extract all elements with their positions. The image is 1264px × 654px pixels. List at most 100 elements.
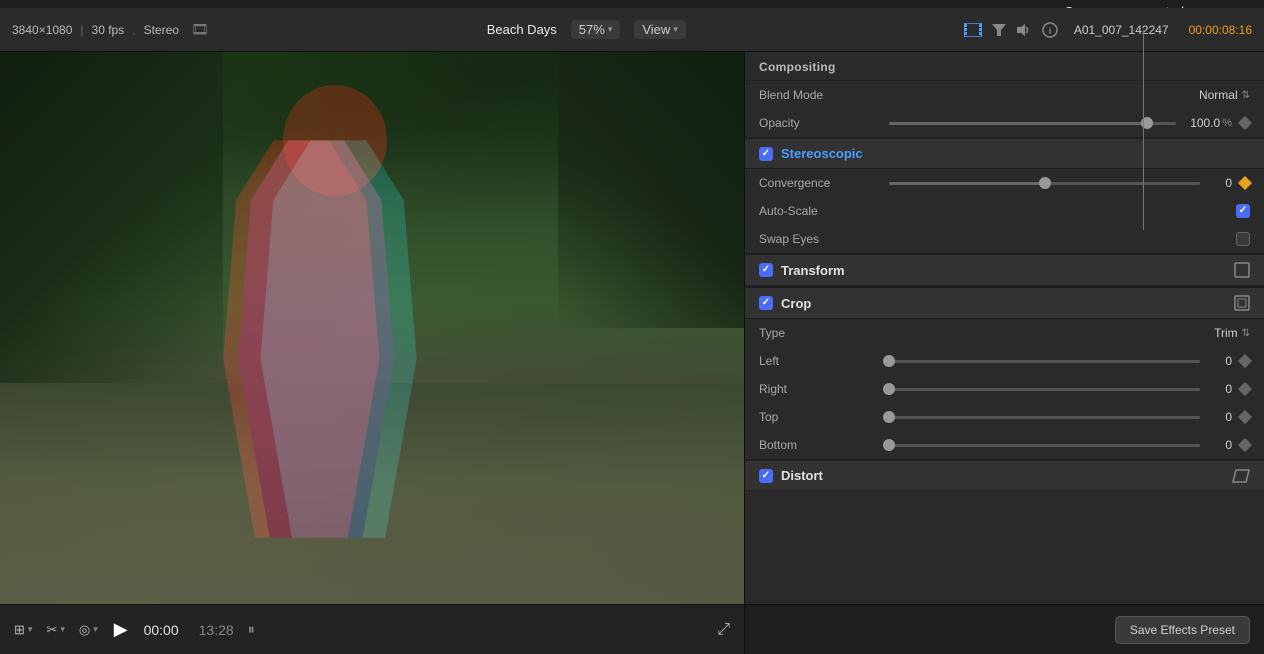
type-dropdown[interactable]: Trim ⇅ (1214, 326, 1250, 340)
transform-section: ✓ Transform (745, 254, 1264, 286)
autoscale-checkbox[interactable]: ✓ (1236, 204, 1250, 218)
blend-mode-value: Normal (1199, 88, 1238, 102)
distort-section-icon[interactable] (1232, 469, 1250, 483)
crop-section: ✓ Crop (745, 287, 1264, 319)
crop-checkbox[interactable]: ✓ (759, 296, 773, 310)
transform-tool[interactable]: ⊞ ▾ (14, 622, 32, 638)
swapeyes-label: Swap Eyes (759, 232, 889, 246)
autoscale-checkmark: ✓ (1239, 206, 1247, 216)
crop-icon: ✂ (46, 622, 57, 638)
distort-checkbox[interactable]: ✓ (759, 469, 773, 483)
left-row: Left 0 (745, 347, 1264, 375)
fullscreen-button[interactable]: ⤢ (717, 621, 730, 639)
opacity-row: Opacity 100.0 % (745, 109, 1264, 137)
stereoscopic-section: ✓ Stereoscopic (745, 138, 1264, 169)
transform-checkmark: ✓ (762, 265, 770, 275)
audio-label: Stereo (144, 23, 179, 37)
timecode-right: 00:00:08:16 (1189, 23, 1252, 37)
convergence-value: 0 (1208, 176, 1232, 190)
right-row: Right 0 (745, 375, 1264, 403)
type-row: Type Trim ⇅ (745, 319, 1264, 347)
swapeyes-row: Swap Eyes (745, 225, 1264, 253)
compositing-header: Compositing (745, 52, 1264, 80)
info-icon[interactable]: i (1042, 22, 1058, 38)
play-timecode: 00:00 (144, 622, 179, 638)
bottom-slider-container[interactable] (889, 444, 1200, 447)
type-value: Trim (1214, 326, 1238, 340)
autoscale-label: Auto-Scale (759, 204, 889, 218)
type-label: Type (759, 326, 889, 340)
panel-bottom-bar: Save Effects Preset (745, 604, 1264, 654)
crop-section-icon[interactable] (1234, 295, 1250, 311)
separator1: | (80, 23, 83, 37)
autoscale-row: Auto-Scale ✓ (745, 197, 1264, 225)
bottom-thumb (883, 439, 895, 451)
convergence-keyframe[interactable] (1238, 176, 1252, 190)
effects-tool[interactable]: ◎ ▾ (79, 622, 98, 638)
distort-checkmark: ✓ (762, 471, 770, 481)
view-label: View (642, 22, 670, 37)
bottom-keyframe[interactable] (1238, 438, 1252, 452)
crop-chevron: ▾ (60, 624, 65, 635)
separator2: , (132, 23, 135, 37)
convergence-row: Convergence 0 (745, 169, 1264, 197)
blend-mode-arrow: ⇅ (1242, 90, 1250, 101)
transform-section-label: Transform (781, 263, 1226, 278)
transform-chevron: ▾ (28, 624, 33, 635)
top-slider-container[interactable] (889, 416, 1200, 419)
save-preset-button[interactable]: Save Effects Preset (1115, 616, 1250, 644)
right-thumb (883, 383, 895, 395)
play-button[interactable]: ▶ (108, 619, 134, 640)
crop-section-label: Crop (781, 296, 1226, 311)
project-name: Beach Days (487, 22, 557, 37)
distort-section-label: Distort (781, 468, 1224, 483)
bottom-value: 0 (1208, 438, 1232, 452)
fps-label: 30 fps (92, 23, 125, 37)
top-row: Top 0 (745, 403, 1264, 431)
blend-mode-row: Blend Mode Normal ⇅ (745, 81, 1264, 109)
zoom-chevron: ▾ (608, 24, 613, 35)
video-tab-icon[interactable] (964, 23, 982, 37)
total-timecode: 13:28 (199, 622, 234, 638)
stereoscopic-checkbox[interactable]: ✓ (759, 147, 773, 161)
type-arrow: ⇅ (1242, 328, 1250, 339)
effects-icon: ◎ (79, 622, 90, 638)
convergence-slider-container[interactable] (889, 182, 1200, 185)
convergence-label: Convergence (759, 176, 889, 190)
audio-icon[interactable] (1016, 23, 1032, 37)
opacity-fill (889, 122, 1147, 125)
filter-icon[interactable] (992, 23, 1006, 37)
swapeyes-checkbox[interactable] (1236, 232, 1250, 246)
right-keyframe[interactable] (1238, 382, 1252, 396)
blend-mode-dropdown[interactable]: Normal ⇅ (1199, 88, 1250, 102)
video-canvas (0, 52, 744, 604)
view-dropdown[interactable]: View ▾ (634, 20, 685, 39)
top-keyframe[interactable] (1238, 410, 1252, 424)
bottom-row: Bottom 0 (745, 431, 1264, 459)
zoom-dropdown[interactable]: 57% ▾ (571, 20, 621, 39)
zoom-value: 57% (579, 22, 605, 37)
transform-section-icon[interactable] (1234, 262, 1250, 278)
left-slider-container[interactable] (889, 360, 1200, 363)
convergence-thumb (1039, 177, 1051, 189)
main-area: ⊞ ▾ ✂ ▾ ◎ ▾ ▶ 00:00 13:28 ⏸ ⤢ (0, 52, 1264, 654)
opacity-percent: % (1222, 117, 1232, 129)
clip-name: A01_007_142247 (1074, 23, 1169, 37)
top-label: Top (759, 410, 889, 424)
stereoscopic-checkmark: ✓ (762, 149, 770, 159)
anaglyph-overlay (0, 52, 744, 604)
crop-checkmark: ✓ (762, 298, 770, 308)
crop-tool[interactable]: ✂ ▾ (46, 622, 64, 638)
top-thumb (883, 411, 895, 423)
transform-checkbox[interactable]: ✓ (759, 263, 773, 277)
inspector-content: Compositing Blend Mode Normal ⇅ Opacity (745, 52, 1264, 604)
svg-text:i: i (1049, 26, 1052, 36)
distort-section: ✓ Distort (745, 460, 1264, 491)
opacity-slider-container[interactable] (889, 122, 1176, 125)
annotation-line (1143, 30, 1144, 230)
left-label: Left (759, 354, 889, 368)
left-keyframe[interactable] (1238, 354, 1252, 368)
opacity-keyframe[interactable] (1238, 116, 1252, 130)
right-slider-container[interactable] (889, 388, 1200, 391)
right-panel: Compositing Blend Mode Normal ⇅ Opacity (744, 52, 1264, 654)
